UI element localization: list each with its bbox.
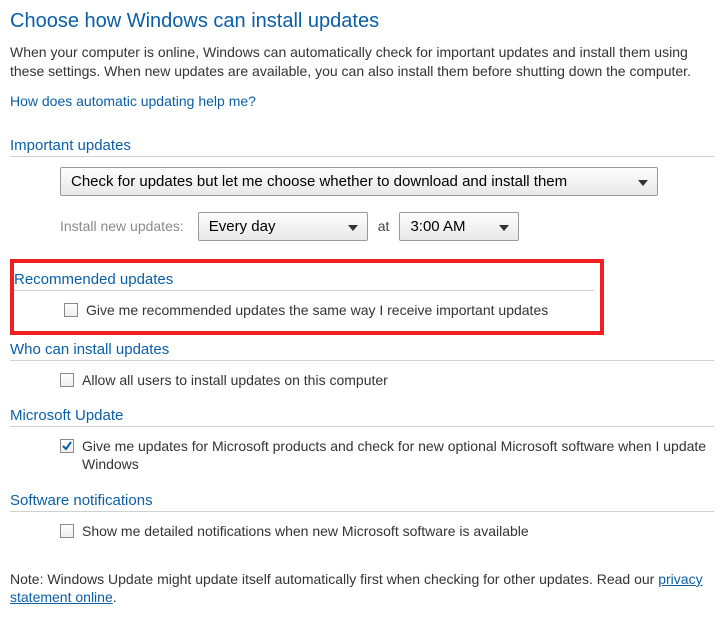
recommended-checkbox[interactable] (64, 303, 78, 317)
microsoft-update-checkbox[interactable] (60, 439, 74, 453)
notifications-checkbox[interactable] (60, 524, 74, 538)
notifications-checkbox-label: Show me detailed notifications when new … (82, 522, 529, 540)
recommended-highlight: Recommended updates Give me recommended … (10, 259, 604, 335)
update-mode-select[interactable]: Check for updates but let me choose whet… (60, 167, 658, 196)
frequency-select[interactable]: Every day (198, 212, 368, 241)
schedule-label: Install new updates: (60, 218, 184, 234)
allow-users-checkbox[interactable] (60, 373, 74, 387)
note-text: Note: Windows Update might update itself… (10, 571, 658, 587)
microsoft-update-checkbox-label: Give me updates for Microsoft products a… (82, 437, 714, 473)
page-description: When your computer is online, Windows ca… (10, 43, 714, 81)
recommended-checkbox-label: Give me recommended updates the same way… (86, 301, 548, 319)
section-microsoft-update: Microsoft Update (10, 407, 714, 427)
at-label: at (378, 218, 390, 234)
time-select[interactable]: 3:00 AM (399, 212, 519, 241)
section-recommended-updates: Recommended updates (14, 271, 594, 291)
section-software-notifications: Software notifications (10, 492, 714, 512)
note-suffix: . (113, 589, 117, 605)
footer-note: Note: Windows Update might update itself… (10, 570, 714, 606)
section-who-can-install: Who can install updates (10, 341, 714, 361)
help-link[interactable]: How does automatic updating help me? (10, 93, 714, 109)
section-important-updates: Important updates (10, 137, 714, 157)
allow-users-checkbox-label: Allow all users to install updates on th… (82, 371, 388, 389)
page-title: Choose how Windows can install updates (10, 10, 714, 33)
